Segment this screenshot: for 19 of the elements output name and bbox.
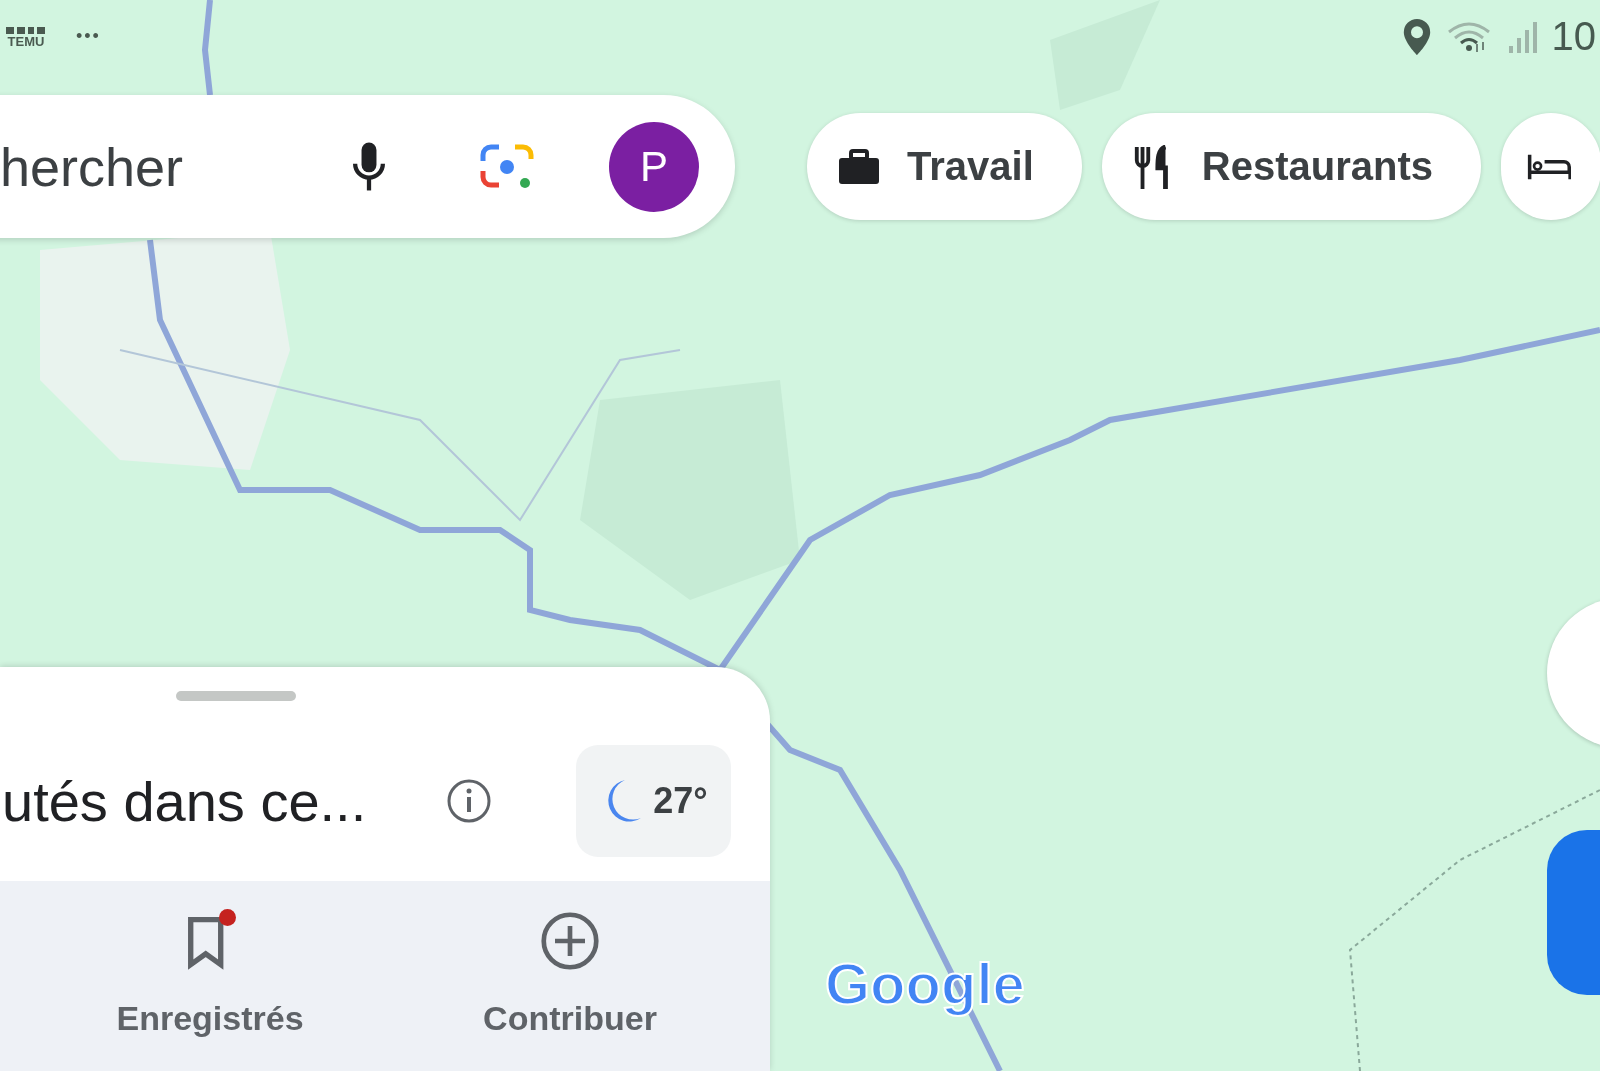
search-bar[interactable]: hercher P [0, 95, 735, 238]
weather-card[interactable]: 27° [576, 745, 731, 857]
sheet-title: utés dans ce... [2, 768, 368, 834]
category-chip[interactable]: Restaurants [1101, 113, 1481, 220]
app-logo-icon [6, 25, 46, 35]
add-circle-icon [540, 911, 600, 971]
temperature: 27° [653, 780, 708, 822]
google-logo: Google [825, 950, 1025, 1017]
category-chip[interactable]: Travail [807, 113, 1082, 220]
drag-handle[interactable] [176, 691, 296, 701]
location-pin-icon [1401, 18, 1432, 55]
info-icon[interactable] [446, 778, 492, 824]
profile-avatar[interactable]: P [609, 121, 699, 212]
nav-tab[interactable]: Contribuer [420, 881, 720, 1071]
notification-app-name: TEMU [7, 35, 45, 48]
search-placeholder: hercher [0, 135, 185, 198]
more-notifications: ••• [76, 26, 101, 47]
nav-tab[interactable]: Enregistrés [60, 881, 360, 1071]
status-time: 10 [1551, 14, 1596, 59]
